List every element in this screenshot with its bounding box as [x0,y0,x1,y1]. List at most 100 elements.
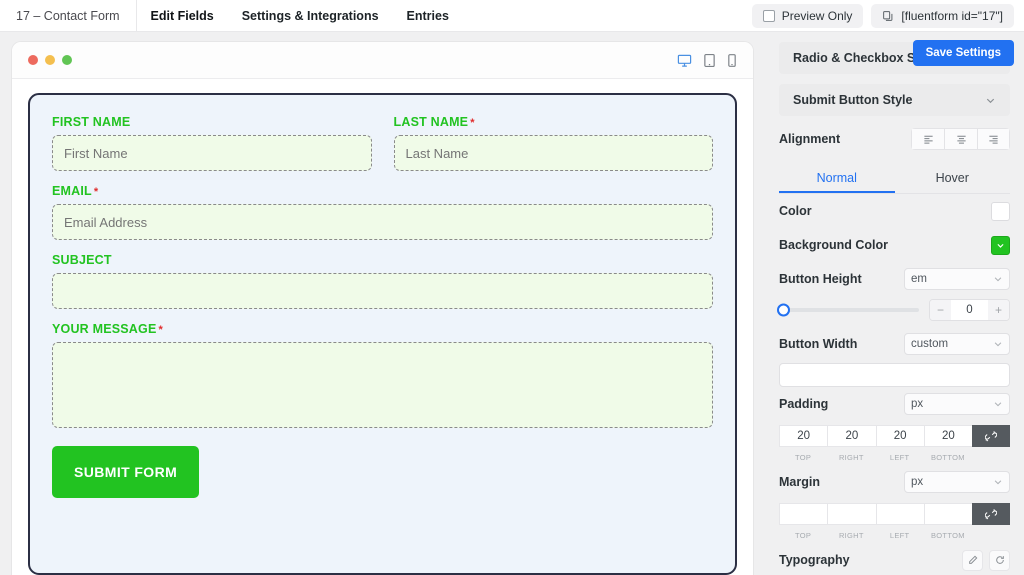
margin-inputs: TOP RIGHT LEFT BOTTOM [779,503,1010,543]
stepper-increment-button[interactable]: + [988,300,1009,320]
save-settings-button[interactable]: Save Settings [912,40,1014,66]
device-preview-switcher [677,53,737,68]
tab-settings-integrations[interactable]: Settings & Integrations [228,0,393,31]
field-label-your-message-text: YOUR MESSAGE [52,322,157,336]
field-last-name: LAST NAME * [393,115,714,171]
button-height-slider[interactable] [777,303,919,317]
margin-right-input[interactable] [827,503,876,525]
chevron-down-icon [994,277,1002,282]
tablet-preview-icon[interactable] [703,53,716,68]
margin-left-cell: LEFT [875,503,924,543]
padding-right-cell: RIGHT [827,425,876,465]
checkbox-empty-icon[interactable] [762,9,775,22]
close-dot [28,55,38,65]
background-color-row: Background Color [779,228,1010,262]
padding-bottom-cell: BOTTOM [923,425,972,465]
field-label-first-name: FIRST NAME [52,115,372,129]
padding-bottom-input[interactable] [923,425,972,447]
padding-unit-select[interactable]: px [904,393,1010,415]
your-message-textarea[interactable] [52,342,713,428]
padding-left-caption: LEFT [889,453,910,462]
typography-label: Typography [779,553,850,567]
window-dots [28,55,72,65]
submit-form-button[interactable]: SUBMIT FORM [52,446,200,498]
field-email: EMAIL * [52,184,713,240]
margin-unlink-icon[interactable] [972,503,1010,525]
margin-top-input[interactable] [779,503,828,525]
align-right-icon[interactable] [977,128,1010,150]
margin-unit-select[interactable]: px [904,471,1010,493]
field-label-email: EMAIL * [52,184,713,198]
last-name-input[interactable] [393,135,713,171]
margin-label: Margin [779,475,820,489]
tab-normal[interactable]: Normal [779,164,895,193]
typography-pencil-icon[interactable] [962,549,983,571]
tab-entries-label: Entries [406,8,449,23]
first-name-input[interactable] [52,135,372,171]
margin-left-input[interactable] [875,503,924,525]
button-height-unit-select[interactable]: em [904,268,1010,290]
button-height-slider-knob[interactable] [777,303,790,317]
align-center-icon[interactable] [944,128,977,150]
top-bar-actions: Preview Only [fluentform id="17"] [751,0,1024,31]
field-label-email-text: EMAIL [52,184,92,198]
page-title: 17 – Contact Form [0,0,137,31]
copy-icon [883,10,893,21]
color-row: Color [779,194,1010,228]
field-label-subject-text: SUBJECT [52,253,112,267]
button-height-value[interactable]: 0 [951,300,988,320]
chevron-down-icon [994,402,1002,407]
padding-top-cell: TOP [779,425,828,465]
subject-input[interactable] [52,273,713,309]
chevron-down-icon [994,342,1002,347]
shortcode-label: [fluentform id="17"] [901,8,1003,23]
required-asterisk: * [158,324,163,336]
chevron-down-icon [994,480,1002,485]
align-left-icon[interactable] [911,128,944,150]
padding-right-caption: RIGHT [838,453,864,462]
button-width-input[interactable] [779,363,1010,387]
tab-edit-fields[interactable]: Edit Fields [137,0,228,31]
padding-left-input[interactable] [875,425,924,447]
button-height-unit-value: em [911,273,927,285]
chevron-down-icon [997,243,1004,248]
name-row: FIRST NAME LAST NAME* [52,115,713,184]
field-label-your-message: YOUR MESSAGE * [52,322,713,336]
button-width-row: Button Width custom [779,327,1010,361]
margin-unit-value: px [911,476,924,488]
field-subject: SUBJECT [52,253,713,309]
style-settings-panel: Save Settings Radio & Checkbox Style Sub… [765,32,1024,575]
margin-right-caption: RIGHT [838,531,864,540]
field-your-message: YOUR MESSAGE * [52,322,713,428]
preview-browser-frame: FIRST NAME LAST NAME* [12,42,753,575]
tab-hover[interactable]: Hover [895,164,1011,193]
background-color-swatch[interactable] [991,235,1010,255]
accordion-submit-button-style[interactable]: Submit Button Style [779,84,1010,116]
field-label-last-name-text: LAST NAME [393,115,469,129]
typography-reset-icon[interactable] [989,549,1010,571]
submit-button-style-body: Alignment [765,122,1024,156]
padding-unlink-icon[interactable] [972,425,1010,447]
stepper-decrement-button[interactable]: − [930,300,951,320]
preview-only-label: Preview Only [781,8,853,23]
field-label-first-name-text: FIRST NAME [52,115,131,129]
contact-form: FIRST NAME LAST NAME* [28,93,737,575]
editor-body: FIRST NAME LAST NAME* [0,32,1024,575]
button-width-unit-value: custom [911,338,949,350]
margin-bottom-input[interactable] [923,503,972,525]
alignment-label: Alignment [779,132,841,146]
padding-right-input[interactable] [827,425,876,447]
button-width-unit-select[interactable]: custom [904,333,1010,355]
padding-top-input[interactable] [779,425,828,447]
tab-entries[interactable]: Entries [393,0,463,31]
minimize-dot [45,55,55,65]
preview-canvas: FIRST NAME LAST NAME* [12,79,753,575]
desktop-preview-icon[interactable] [677,53,692,68]
color-swatch[interactable] [991,201,1010,221]
mobile-preview-icon[interactable] [727,53,737,68]
field-label-last-name: LAST NAME * [394,115,714,129]
email-input[interactable] [52,204,713,240]
preview-browser-toolbar [12,42,753,79]
shortcode-copy-button[interactable]: [fluentform id="17"] [871,3,1014,28]
preview-only-toggle[interactable]: Preview Only [751,3,864,28]
